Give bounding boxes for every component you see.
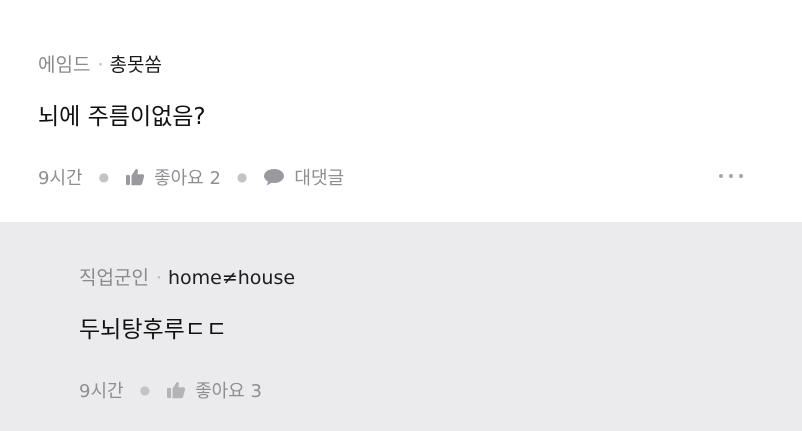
action-separator: ●	[98, 170, 110, 184]
reply-author-line: 직업군인 · home≠house	[79, 266, 295, 290]
author-separator: ·	[97, 54, 104, 76]
action-separator: ●	[139, 383, 151, 397]
comment-timestamp: 9시간	[38, 168, 83, 189]
author-nickname[interactable]: 총못쏨	[110, 54, 162, 76]
like-count-label: 좋아요 2	[154, 168, 221, 189]
action-separator: ●	[236, 170, 248, 184]
more-dots-icon[interactable]	[719, 174, 743, 178]
reply-comment: 직업군인 · home≠house 두뇌탕후루ㄷㄷ 9시간 ● 좋아요 3	[0, 222, 802, 431]
comment-thread: 에임드 · 총못쏨 뇌에 주름이없음? 9시간 ● 좋아요 2 ● 대댓글 직업…	[0, 0, 802, 431]
comment: 에임드 · 총못쏨 뇌에 주름이없음? 9시간 ● 좋아요 2 ● 대댓글	[0, 0, 802, 222]
reply-author-nickname[interactable]: home≠house	[168, 267, 295, 289]
reply-like-button[interactable]: 좋아요 3	[166, 377, 262, 403]
comment-actions: 9시간 ● 좋아요 2 ● 대댓글	[38, 165, 344, 189]
reply-actions: 9시간 ● 좋아요 3	[79, 378, 262, 402]
reply-timestamp: 9시간	[79, 381, 124, 402]
reply-text: 두뇌탕후루ㄷㄷ	[79, 317, 228, 343]
comment-author-line: 에임드 · 총못쏨	[38, 53, 162, 77]
thumbs-up-icon	[125, 168, 145, 186]
speech-bubble-icon	[263, 168, 285, 186]
reply-author-separator: ·	[155, 267, 162, 289]
thumbs-up-icon	[166, 381, 186, 399]
reply-button[interactable]: 대댓글	[263, 164, 344, 190]
reply-author-company[interactable]: 직업군인	[79, 267, 149, 289]
like-button[interactable]: 좋아요 2	[125, 164, 221, 190]
comment-text: 뇌에 주름이없음?	[38, 104, 206, 130]
author-company[interactable]: 에임드	[38, 54, 90, 76]
reply-like-count-label: 좋아요 3	[195, 381, 262, 402]
reply-label: 대댓글	[294, 168, 345, 189]
